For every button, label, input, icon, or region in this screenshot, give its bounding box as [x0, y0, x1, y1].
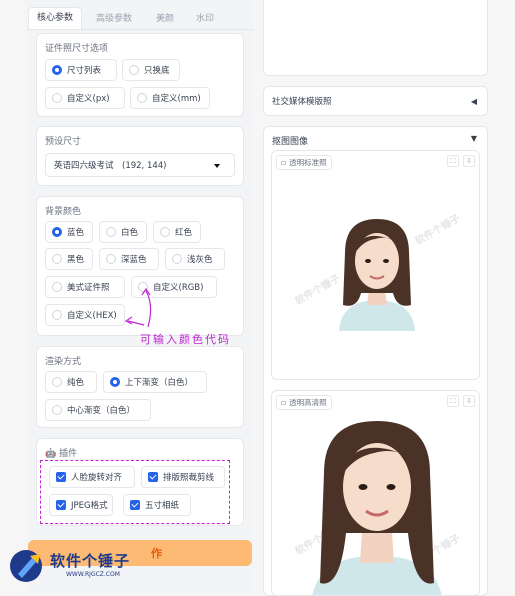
collapse-left-icon: ◀ — [470, 96, 477, 106]
logo-url: WWW.RJGCZ.COM — [66, 571, 120, 578]
hex-annotation: 可输入颜色代码 — [140, 333, 231, 346]
tab-core[interactable]: 核心参数 — [28, 7, 83, 29]
render-mode-card: 渲染方式 纯色 上下渐变（白色） 中心渐变（白色） — [36, 346, 244, 428]
bg-opt-red[interactable]: 红色 — [153, 221, 201, 243]
background-title: 背景颜色 — [45, 207, 82, 217]
radio-icon — [52, 93, 62, 103]
image-label: ▫ 透明标准照 — [276, 155, 332, 170]
brand-logo: 软件个锤子 WWW.RJGCZ.COM — [4, 544, 154, 588]
bg-opt-dark-blue[interactable]: 深蓝色 — [99, 248, 159, 270]
size-opt-custom-px[interactable]: 自定义(px) — [45, 87, 125, 109]
image-icon: ▫ — [281, 158, 287, 167]
tab-beauty[interactable]: 美颜 — [156, 11, 174, 24]
render-title: 渲染方式 — [45, 357, 82, 367]
preset-size-select[interactable]: 英语四六级考试 (192, 144) — [45, 153, 235, 177]
radio-icon — [160, 227, 170, 237]
bg-opt-white[interactable]: 白色 — [99, 221, 147, 243]
download-icon[interactable]: ⇩ — [463, 155, 475, 167]
tab-advanced[interactable]: 高级参数 — [96, 11, 132, 24]
bg-opt-light-gray[interactable]: 浅灰色 — [165, 248, 225, 270]
portrait-photo — [339, 219, 415, 331]
radio-icon — [52, 405, 62, 415]
radio-icon — [52, 254, 62, 264]
tab-bar: 核心参数 高级参数 美颜 水印 — [26, 7, 254, 30]
transparent-hd-image: ▫ 透明高清照 ⛶ ⇩ 软件个锤子 软件个锤子 — [271, 390, 480, 596]
transparent-standard-image: ▫ 透明标准照 ⛶ ⇩ 软件个锤子 软件个锤子 — [271, 150, 480, 380]
radio-icon — [129, 65, 139, 75]
size-options-title: 证件照尺寸选项 — [45, 44, 109, 54]
right-top-card — [263, 0, 488, 76]
caret-down-icon — [214, 164, 220, 168]
radio-icon — [137, 93, 147, 103]
collapse-down-icon: ▼ — [470, 134, 477, 143]
preset-size-title: 预设尺寸 — [45, 137, 82, 147]
fullscreen-icon[interactable]: ⛶ — [447, 155, 459, 167]
bg-opt-black[interactable]: 黑色 — [45, 248, 93, 270]
size-opt-custom-mm[interactable]: 自定义(mm) — [130, 87, 210, 109]
size-opt-bg-only[interactable]: 只换底 — [122, 59, 180, 81]
bg-opt-blue[interactable]: 蓝色 — [45, 221, 93, 243]
logo-name: 软件个锤子 — [50, 552, 131, 570]
radio-icon — [110, 377, 120, 387]
download-icon[interactable]: ⇩ — [463, 395, 475, 407]
radio-icon — [52, 227, 62, 237]
image-label: ▫ 透明高清照 — [276, 395, 332, 410]
size-opt-list[interactable]: 尺寸列表 — [45, 59, 117, 81]
social-media-template-row[interactable]: 社交媒体模版照 ◀ — [263, 86, 488, 116]
render-opt-center-gradient[interactable]: 中心渐变（白色） — [45, 399, 151, 421]
robot-icon: 🤖 — [45, 449, 57, 459]
radio-icon — [52, 282, 62, 292]
radio-icon — [52, 65, 62, 75]
preset-size-card: 预设尺寸 英语四六级考试 (192, 144) — [36, 126, 244, 186]
logo-icon — [10, 550, 42, 582]
fullscreen-icon[interactable]: ⛶ — [447, 395, 459, 407]
tab-watermark[interactable]: 水印 — [196, 11, 214, 24]
radio-icon — [52, 377, 62, 387]
plugins-highlight — [40, 460, 230, 524]
size-options-card: 证件照尺寸选项 尺寸列表 只换底 自定义(px) 自定义(mm) — [36, 33, 244, 117]
image-icon: ▫ — [281, 398, 287, 407]
plugins-title: 🤖 插件 — [45, 449, 78, 459]
render-opt-solid[interactable]: 纯色 — [45, 371, 97, 393]
radio-icon — [106, 254, 116, 264]
bg-opt-custom-hex[interactable]: 自定义(HEX) — [45, 304, 125, 326]
radio-icon — [106, 227, 116, 237]
bg-opt-us-id[interactable]: 美式证件照 — [45, 276, 125, 298]
radio-icon — [172, 254, 182, 264]
portrait-photo-hd — [312, 421, 442, 595]
cutout-title: 抠图图像 — [272, 137, 309, 147]
radio-icon — [52, 310, 62, 320]
annotation-arrow-icon — [124, 287, 152, 328]
render-opt-vertical-gradient[interactable]: 上下渐变（白色） — [103, 371, 207, 393]
